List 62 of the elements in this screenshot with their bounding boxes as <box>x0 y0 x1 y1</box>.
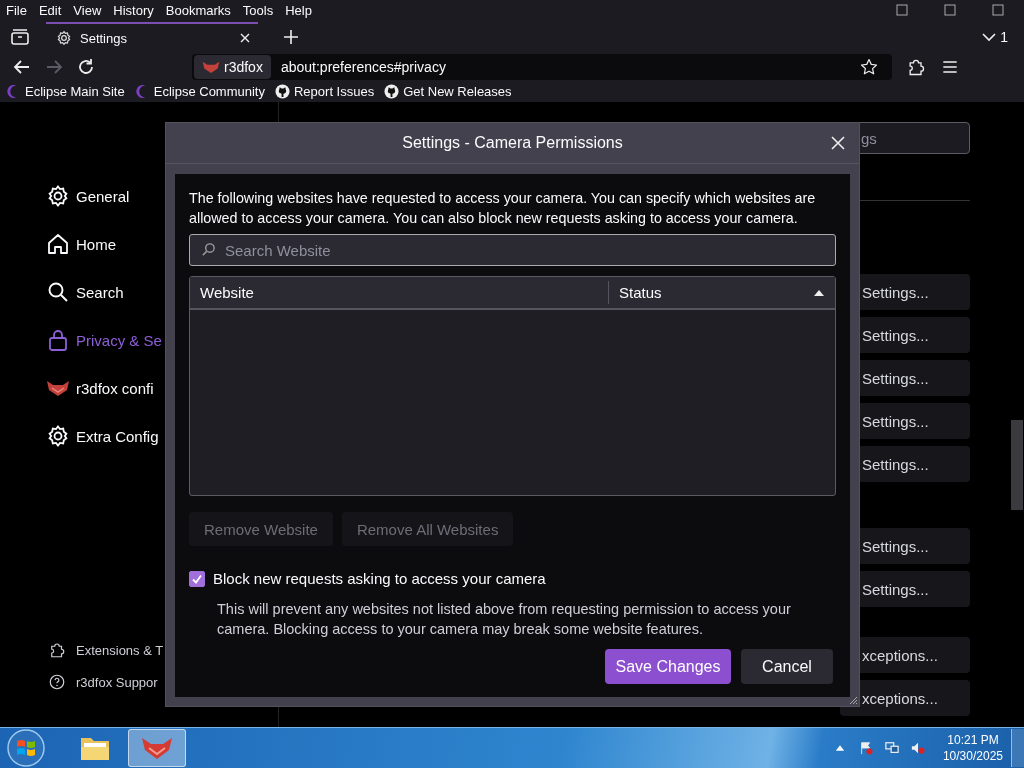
menu-item[interactable]: View <box>73 2 102 18</box>
url-text: about:preferences#privacy <box>280 59 447 75</box>
close-icon[interactable] <box>240 33 250 43</box>
sidebar-link[interactable]: r3dfox Suppor <box>48 673 278 691</box>
menu-item[interactable]: Edit <box>38 2 62 18</box>
bookmark-item[interactable]: Eclipse Main Site <box>6 83 125 99</box>
tab-list-icon[interactable] <box>10 28 30 46</box>
search-field[interactable]: Search Website <box>189 234 836 266</box>
new-tab-icon[interactable] <box>284 30 298 44</box>
menu-item[interactable]: Tools <box>242 2 274 18</box>
cat-silhouette-icon <box>384 83 400 99</box>
clock-date: 10/30/2025 <box>942 748 1003 764</box>
search-icon <box>201 242 216 257</box>
gear-icon <box>46 184 70 208</box>
menu-item[interactable]: Help <box>285 2 312 18</box>
flag-icon[interactable] <box>858 741 873 755</box>
sidebar-item[interactable]: Privacy & Se <box>46 316 278 364</box>
star-icon[interactable] <box>860 58 878 76</box>
cancel-button[interactable]: Cancel <box>741 649 833 684</box>
chevron-icon <box>982 32 997 42</box>
menu-item[interactable]: History <box>113 2 154 18</box>
column-header[interactable]: Status <box>609 277 835 308</box>
gear-icon <box>46 424 70 448</box>
sidebar-item[interactable]: Extra Config <box>46 412 278 460</box>
column-header[interactable]: Website <box>190 281 609 304</box>
identity-button[interactable]: r3dfox <box>194 55 271 79</box>
checkbox[interactable] <box>189 570 205 587</box>
dialog-description: The following websites have requested to access your camera. You can specify which websites are allowed to access your camera. You can also block new requests asking to access your camera. <box>189 189 817 228</box>
taskbar-app[interactable] <box>128 729 186 767</box>
save-button[interactable]: Save Changes <box>605 649 731 684</box>
network-icon[interactable] <box>884 741 899 755</box>
lock-icon <box>46 328 70 352</box>
window-button-icon[interactable] <box>944 4 956 16</box>
checkbox-label[interactable]: Block new requests asking to access your camera <box>213 570 546 587</box>
close-icon[interactable] <box>831 136 845 150</box>
menu-item[interactable]: File <box>6 2 27 18</box>
reload-icon[interactable] <box>76 57 96 77</box>
resize-grip-icon[interactable] <box>848 695 858 705</box>
dialog-title: Settings - Camera Permissions <box>402 134 623 152</box>
help-icon <box>48 673 66 691</box>
puzzle-icon <box>48 641 66 659</box>
checkbox-note: This will prevent any websites not listed above from requesting permission to access your camera. Blocking access to your camera may break some website features. <box>217 600 792 639</box>
search-icon <box>46 280 70 304</box>
window-button-icon[interactable] <box>992 4 1004 16</box>
bookmark-item[interactable]: Eclipse Community <box>134 83 265 99</box>
window-button-icon[interactable] <box>896 4 908 16</box>
scrollbar-thumb[interactable] <box>1011 420 1023 510</box>
gear-icon <box>56 30 72 46</box>
sidebar-link[interactable]: Extensions & T <box>48 641 278 659</box>
menu-item[interactable]: Bookmarks <box>165 2 231 18</box>
tab-title: Settings <box>80 30 128 46</box>
clock-time: 10:21 PM <box>947 732 999 748</box>
bookmark-item[interactable]: Report Issues <box>275 83 375 99</box>
sidebar-item[interactable]: r3dfox confi <box>46 364 278 412</box>
address-bar[interactable]: r3dfox about:preferences#privacy <box>192 54 892 80</box>
cat-silhouette-icon <box>275 83 290 99</box>
clock[interactable]: 10:21 PM 10/30/2025 <box>942 732 1003 764</box>
speaker-icon[interactable] <box>910 741 925 755</box>
tab-count-button[interactable]: 1 <box>982 29 1008 45</box>
house-icon <box>46 232 70 256</box>
bookmark-item[interactable]: Get New Releases <box>384 83 512 99</box>
start-orb-icon[interactable] <box>6 728 46 768</box>
